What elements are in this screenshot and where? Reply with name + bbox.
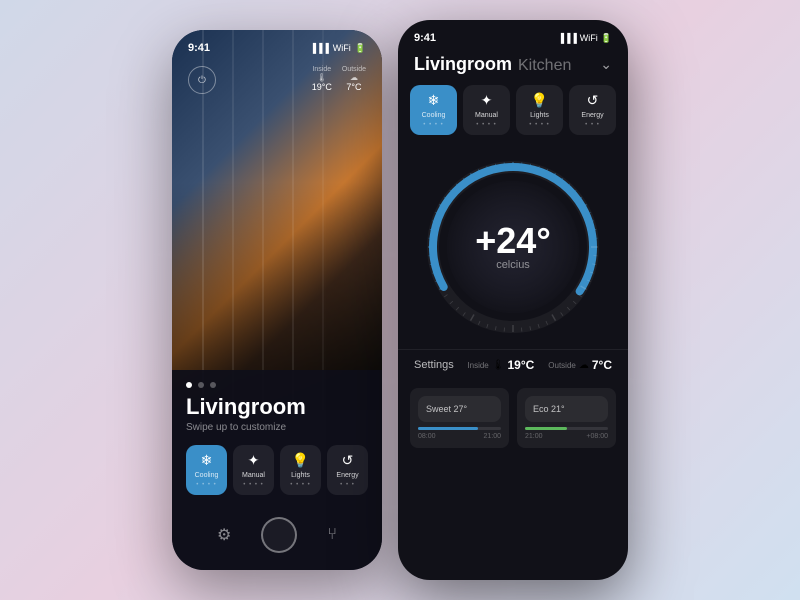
- dot-2: [198, 382, 204, 388]
- status-bar-right: 9:41 ▐▐▐ WiFi 🔋: [398, 20, 628, 50]
- bottom-nav-left: ⚙ ⑂: [186, 509, 368, 565]
- temp-readings: Inside 🌡 19°C Outside ☁ 7°C: [467, 358, 612, 372]
- wifi-icon-r: WiFi: [580, 33, 598, 43]
- room-header-title: Livingroom Kitchen: [414, 54, 571, 75]
- outside-temp: Outside ☁ 7°C: [342, 66, 366, 94]
- thermometer-r-icon: 🌡: [492, 360, 505, 371]
- mode-manual[interactable]: ✦ Manual • • • •: [463, 85, 510, 135]
- lights-icon: 💡: [292, 452, 309, 469]
- mode-energy-icon: ↺: [587, 92, 599, 109]
- dot-3: [210, 382, 216, 388]
- settings-nav-icon[interactable]: ⚙: [217, 525, 231, 545]
- eco-range-start: 21:00: [525, 433, 543, 440]
- top-info-left: ⏻ Inside 🌡 19°C Outside ☁ 7°C: [188, 66, 366, 94]
- status-icons-left: ▐▐▐ WiFi 🔋: [310, 43, 366, 54]
- thermometer-icon: 🌡: [312, 73, 332, 82]
- status-bar-left: 9:41 ▐▐▐ WiFi 🔋: [188, 42, 366, 54]
- sweet-bar-fill: [418, 427, 478, 430]
- dial-center: +24° celcius: [475, 223, 550, 271]
- eco-bar-fill: [525, 427, 567, 430]
- dot-1: [186, 382, 192, 388]
- room-subtitle-left: Swipe up to customize: [186, 422, 368, 433]
- right-phone: 9:41 ▐▐▐ WiFi 🔋 Livingroom Kitchen ⌄ ❄ C…: [398, 20, 628, 580]
- temp-info: Inside 🌡 19°C Outside ☁ 7°C: [312, 66, 366, 94]
- inside-reading: Inside 🌡 19°C: [467, 358, 534, 372]
- thermostat-dial[interactable]: +24° celcius: [423, 157, 603, 337]
- room-title-left: Livingroom: [186, 394, 368, 420]
- eco-preset-name: Eco 21°: [525, 396, 608, 422]
- mode-lights-icon: 💡: [531, 92, 548, 109]
- dial-temperature: +24°: [475, 223, 550, 259]
- thermostat-container: +24° celcius: [398, 147, 628, 349]
- sweet-range: 08:00 21:00: [418, 433, 501, 440]
- settings-label[interactable]: Settings: [414, 359, 454, 371]
- energy-icon: ↺: [342, 452, 354, 469]
- mode-tabs: ❄ Cooling • • • • ✦ Manual • • • • 💡 Lig…: [398, 85, 628, 147]
- room-header: Livingroom Kitchen ⌄: [398, 50, 628, 85]
- mode-energy[interactable]: ↺ Energy • • •: [569, 85, 616, 135]
- outside-reading: Outside ☁ 7°C: [548, 358, 612, 372]
- sweet-range-end: 21:00: [483, 433, 501, 440]
- lights-btn[interactable]: 💡 Lights • • • •: [280, 445, 321, 495]
- eco-range-end: +08:00: [586, 433, 608, 440]
- cloud-icon: ☁: [342, 73, 366, 82]
- cooling-icon: ❄: [201, 452, 213, 469]
- sweet-preset-name: Sweet 27°: [418, 396, 501, 422]
- manual-btn[interactable]: ✦ Manual • • • •: [233, 445, 274, 495]
- signal-icon: ▐▐▐: [310, 43, 329, 53]
- inside-reading-value: 19°C: [507, 358, 534, 372]
- room-name-sub: Kitchen: [518, 57, 571, 75]
- sweet-bar-track: [418, 427, 501, 430]
- room-dots: [186, 382, 368, 388]
- power-button[interactable]: ⏻: [188, 66, 216, 94]
- eco-range: 21:00 +08:00: [525, 433, 608, 440]
- cloud-r-icon: ☁: [579, 360, 589, 371]
- settings-row: Settings Inside 🌡 19°C Outside ☁ 7°C: [398, 349, 628, 380]
- energy-btn[interactable]: ↺ Energy • • •: [327, 445, 368, 495]
- room-name-main: Livingroom: [414, 54, 512, 75]
- share-nav-icon[interactable]: ⑂: [327, 526, 337, 544]
- left-phone: 9:41 ▐▐▐ WiFi 🔋 ⏻ Inside 🌡 19°C Outside …: [172, 30, 382, 570]
- eco-bar-track: [525, 427, 608, 430]
- sweet-preset[interactable]: Sweet 27° 08:00 21:00: [410, 388, 509, 448]
- sweet-range-start: 08:00: [418, 433, 436, 440]
- preset-row: Sweet 27° 08:00 21:00 Eco 21° 21:00 +08:…: [398, 380, 628, 458]
- battery-icon: 🔋: [355, 43, 366, 54]
- mode-lights[interactable]: 💡 Lights • • • •: [516, 85, 563, 135]
- status-time-right: 9:41: [414, 32, 436, 44]
- manual-icon: ✦: [248, 452, 260, 469]
- outside-reading-value: 7°C: [592, 358, 612, 372]
- status-icons-right: ▐▐▐ WiFi 🔋: [558, 33, 612, 44]
- wifi-icon: WiFi: [333, 43, 351, 53]
- mode-cooling[interactable]: ❄ Cooling • • • •: [410, 85, 457, 135]
- inside-reading-label: Inside: [467, 361, 488, 370]
- dropdown-arrow-icon[interactable]: ⌄: [600, 56, 612, 73]
- status-time-left: 9:41: [188, 42, 210, 54]
- cooling-btn[interactable]: ❄ Cooling • • • •: [186, 445, 227, 495]
- mode-manual-icon: ✦: [481, 92, 493, 109]
- bottom-section-left: Livingroom Swipe up to customize ❄ Cooli…: [172, 370, 382, 570]
- home-button[interactable]: [261, 517, 297, 553]
- signal-icon-r: ▐▐▐: [558, 33, 577, 43]
- outside-reading-label: Outside: [548, 361, 576, 370]
- mode-cooling-icon: ❄: [428, 92, 440, 109]
- inside-temp: Inside 🌡 19°C: [312, 66, 332, 94]
- control-buttons: ❄ Cooling • • • • ✦ Manual • • • • 💡 Lig…: [186, 445, 368, 495]
- eco-preset[interactable]: Eco 21° 21:00 +08:00: [517, 388, 616, 448]
- battery-icon-r: 🔋: [601, 33, 612, 44]
